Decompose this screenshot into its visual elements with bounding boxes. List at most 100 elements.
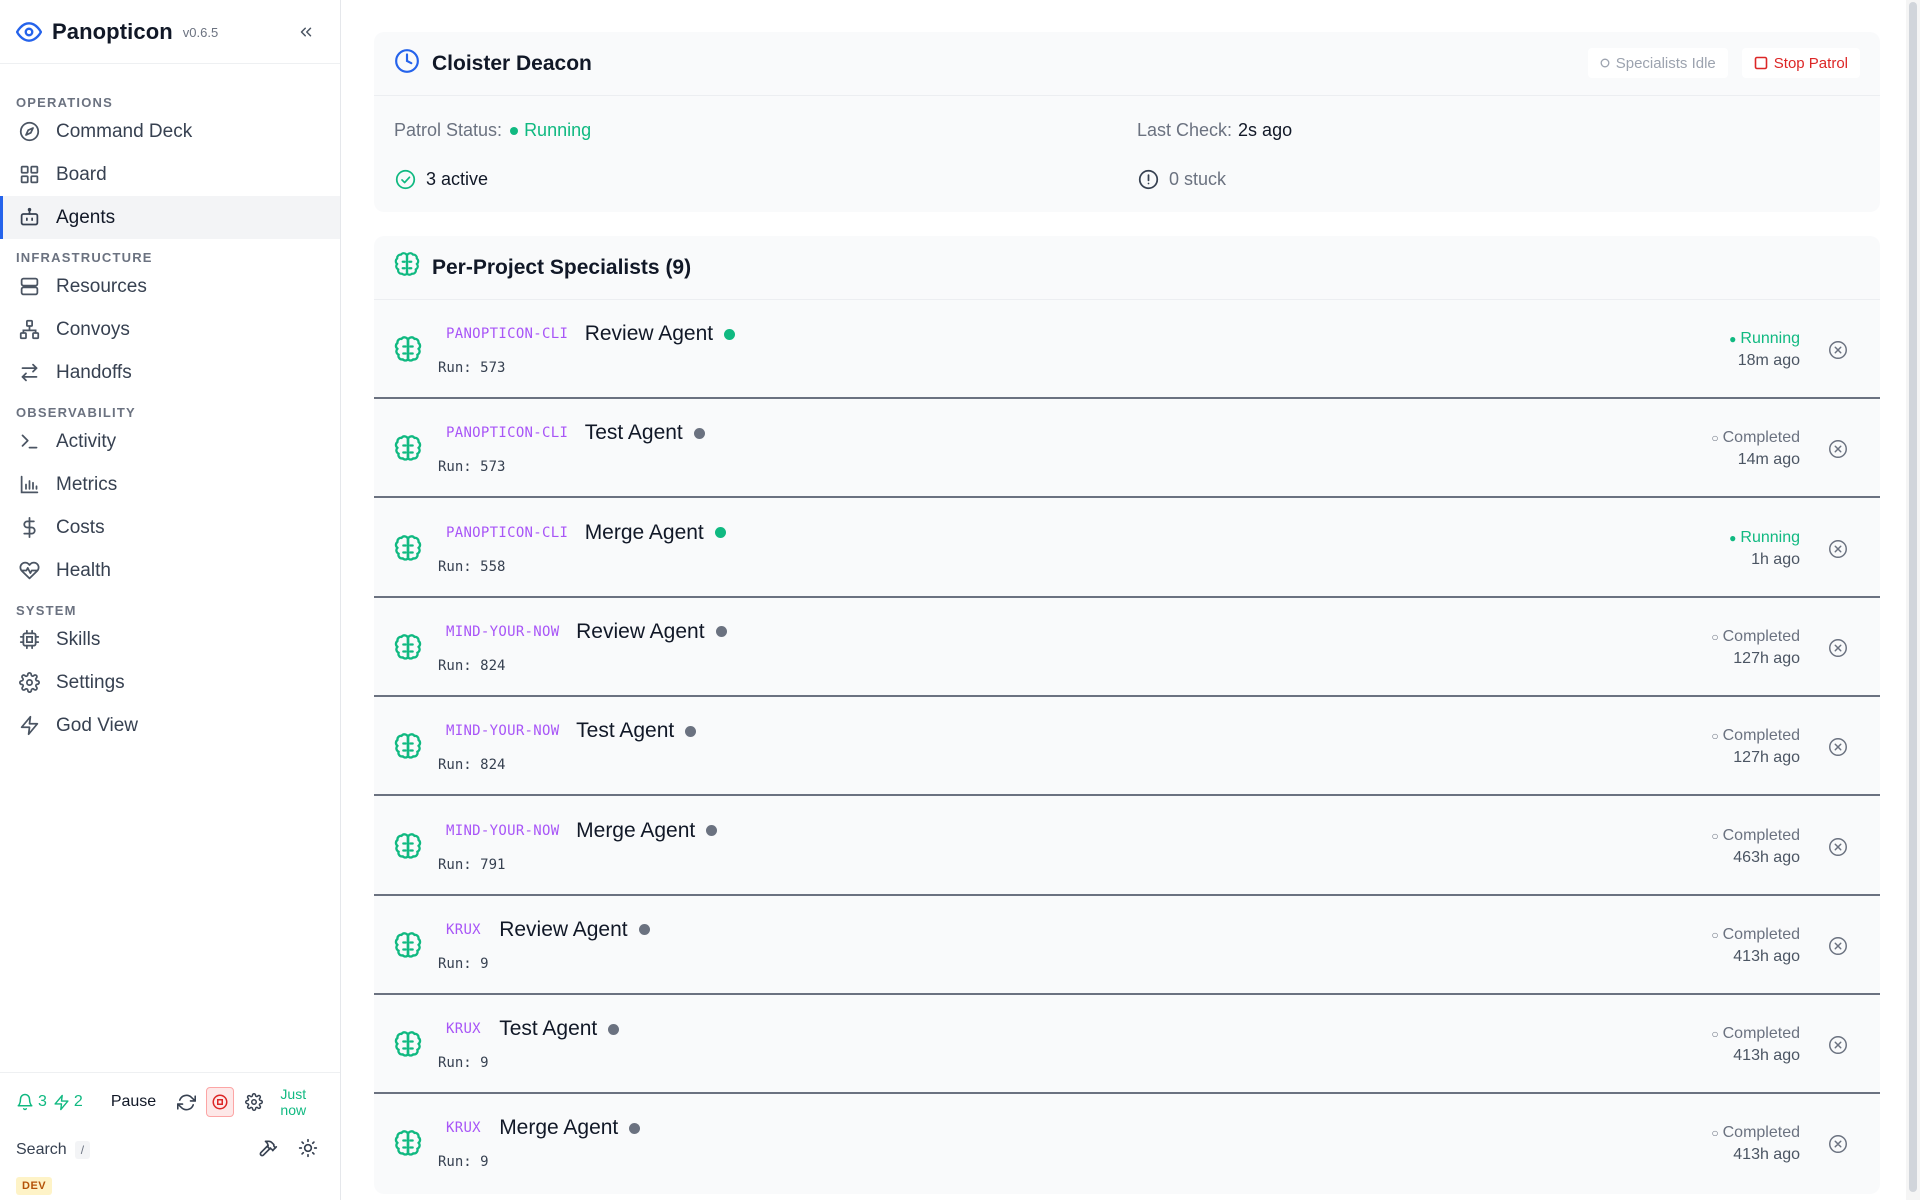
search-shortcut: / [74, 1141, 91, 1159]
close-circle-icon [1827, 935, 1849, 957]
scrollbar-thumb[interactable] [1909, 2, 1917, 1192]
sidebar-item-god-view[interactable]: God View [0, 704, 340, 747]
agent-name-text: Test Agent [499, 1017, 598, 1041]
search-button[interactable]: Search [16, 1141, 67, 1159]
run-number: Run: 9 [438, 955, 489, 972]
run-number: Run: 9 [438, 1055, 489, 1072]
agent-status: ○ Completed 413h ago [1711, 1023, 1800, 1066]
status-time: 14m ago [1737, 451, 1800, 469]
dismiss-agent-button[interactable] [1826, 1132, 1850, 1156]
close-circle-icon [1827, 637, 1849, 659]
sidebar-item-health[interactable]: Health [0, 549, 340, 592]
agent-status-dot [629, 1122, 641, 1134]
alert-circle-icon [1137, 168, 1159, 190]
refresh-button[interactable] [172, 1087, 200, 1117]
status-indicator: ○ [1711, 828, 1719, 843]
specialists-idle-label: Specialists Idle [1615, 54, 1716, 72]
specialists-idle-button[interactable]: Specialists Idle [1587, 48, 1728, 78]
notifications-count: 3 [38, 1093, 47, 1110]
specialist-row[interactable]: KRUX Merge Agent Run: 9 ○ Completed 413h ago [374, 1094, 1880, 1193]
last-check-key: Last Check: [1137, 120, 1233, 140]
agent-name: Merge Agent [499, 1116, 641, 1140]
specialist-row[interactable]: PANOPTICON-CLI Test Agent Run: 573 ○ Complet… [374, 399, 1880, 499]
specialist-row[interactable]: PANOPTICON-CLI Merge Agent Run: 558 ● Runnin… [374, 499, 1880, 598]
heart-pulse-icon [18, 560, 40, 582]
sidebar-item-agents[interactable]: Agents [0, 196, 340, 239]
pause-button[interactable]: Pause [111, 1093, 156, 1111]
grid-icon [18, 164, 40, 186]
sidebar-item-resources[interactable]: Resources [0, 265, 340, 308]
dismiss-agent-button[interactable] [1826, 1033, 1850, 1057]
close-circle-icon [1827, 538, 1849, 560]
stop-circle-icon [212, 1094, 228, 1110]
agent-name-text: Review Agent [584, 322, 714, 345]
sidebar-item-label: Convoys [56, 318, 130, 340]
active-label: 3 active [426, 168, 489, 189]
specialist-row[interactable]: KRUX Test Agent Run: 9 ○ Completed 413h ago [374, 995, 1880, 1095]
dismiss-agent-button[interactable] [1826, 735, 1850, 759]
sidebar-item-settings[interactable]: Settings [0, 661, 340, 704]
dismiss-agent-button[interactable] [1826, 934, 1850, 958]
sidebar-item-board[interactable]: Board [0, 153, 340, 196]
brain-icon [394, 1130, 422, 1158]
agent-status-dot [638, 924, 650, 936]
theme-toggle-button[interactable] [298, 1138, 318, 1163]
alerts-badge[interactable]: 2 [53, 1093, 83, 1111]
dismiss-agent-button[interactable] [1826, 338, 1850, 362]
status-text: Completed [1722, 1025, 1800, 1043]
agent-name-text: Merge Agent [584, 520, 704, 544]
sidebar-item-label: Board [56, 163, 107, 185]
status-indicator: ○ [1711, 1126, 1719, 1141]
sidebar-item-handoffs[interactable]: Handoffs [0, 351, 340, 394]
specialist-row[interactable]: MIND-YOUR-NOW Test Agent Run: 824 ○ Complete… [374, 697, 1880, 797]
agent-status: ○ Completed 413h ago [1711, 924, 1800, 967]
patrol-status-value: Running [524, 120, 592, 140]
dismiss-agent-button[interactable] [1826, 636, 1850, 660]
brain-icon [394, 832, 422, 861]
run-number: Run: 9 [438, 1154, 489, 1171]
status-time: 413h ago [1733, 1146, 1800, 1164]
sidebar-item-skills[interactable]: Skills [0, 618, 340, 661]
stop-patrol-button[interactable]: Stop Patrol [1741, 48, 1860, 78]
build-tool-button[interactable] [258, 1138, 278, 1163]
close-circle-icon [1827, 438, 1849, 460]
sidebar-item-metrics[interactable]: Metrics [0, 463, 340, 506]
chevrons-left-icon [300, 27, 312, 37]
sidebar-item-convoys[interactable]: Convoys [0, 308, 340, 351]
stuck-label: 0 stuck [1169, 168, 1227, 189]
specialist-row[interactable]: PANOPTICON-CLI Review Agent Run: 573 ● Runni… [374, 300, 1880, 399]
sidebar-item-label: Command Deck [56, 120, 193, 142]
emergency-stop-button[interactable] [206, 1087, 235, 1117]
footer-settings-button[interactable] [240, 1087, 268, 1117]
scrollbar[interactable] [1906, 0, 1920, 1200]
sidebar-item-costs[interactable]: Costs [0, 506, 340, 549]
stuck-count: 0 stuck [1137, 168, 1226, 190]
main-content: Cloister Deacon Specialists Idle Stop Pa… [342, 0, 1920, 1200]
brain-icon [394, 534, 422, 563]
agent-status-dot [706, 825, 718, 836]
sidebar-item-activity[interactable]: Activity [0, 420, 340, 463]
dismiss-agent-button[interactable] [1826, 835, 1850, 859]
dismiss-agent-button[interactable] [1826, 437, 1850, 461]
agent-name-text: Review Agent [576, 619, 705, 643]
app-version: v0.6.5 [182, 25, 219, 40]
specialist-row[interactable]: KRUX Review Agent Run: 9 ○ Completed 413h ago [374, 896, 1880, 995]
specialists-card: Per-Project Specialists (9) PANOPTICON-C… [374, 236, 1880, 1194]
collapse-sidebar-button[interactable] [294, 20, 318, 44]
last-check: Last Check: 2s ago [1137, 120, 1292, 141]
dismiss-agent-button[interactable] [1826, 537, 1850, 561]
status-text: Running [1740, 330, 1800, 347]
sidebar-item-label: Handoffs [56, 361, 132, 383]
status-indicator: ● [1729, 332, 1737, 346]
notifications-badge[interactable]: 3 [16, 1093, 47, 1111]
last-updated: Just now [280, 1086, 307, 1118]
brain-icon [394, 1031, 422, 1059]
sidebar-item-command-deck[interactable]: Command Deck [0, 110, 340, 153]
sidebar-item-label: Agents [56, 206, 116, 228]
server-icon [18, 276, 40, 298]
clock-icon [394, 48, 420, 79]
specialists-title: Per-Project Specialists (9) [432, 255, 692, 279]
specialist-row[interactable]: MIND-YOUR-NOW Review Agent Run: 824 ○ Comple… [374, 598, 1880, 697]
specialist-row[interactable]: MIND-YOUR-NOW Merge Agent Run: 791 ○ Complet… [374, 797, 1880, 896]
status-time: 18m ago [1737, 352, 1800, 369]
